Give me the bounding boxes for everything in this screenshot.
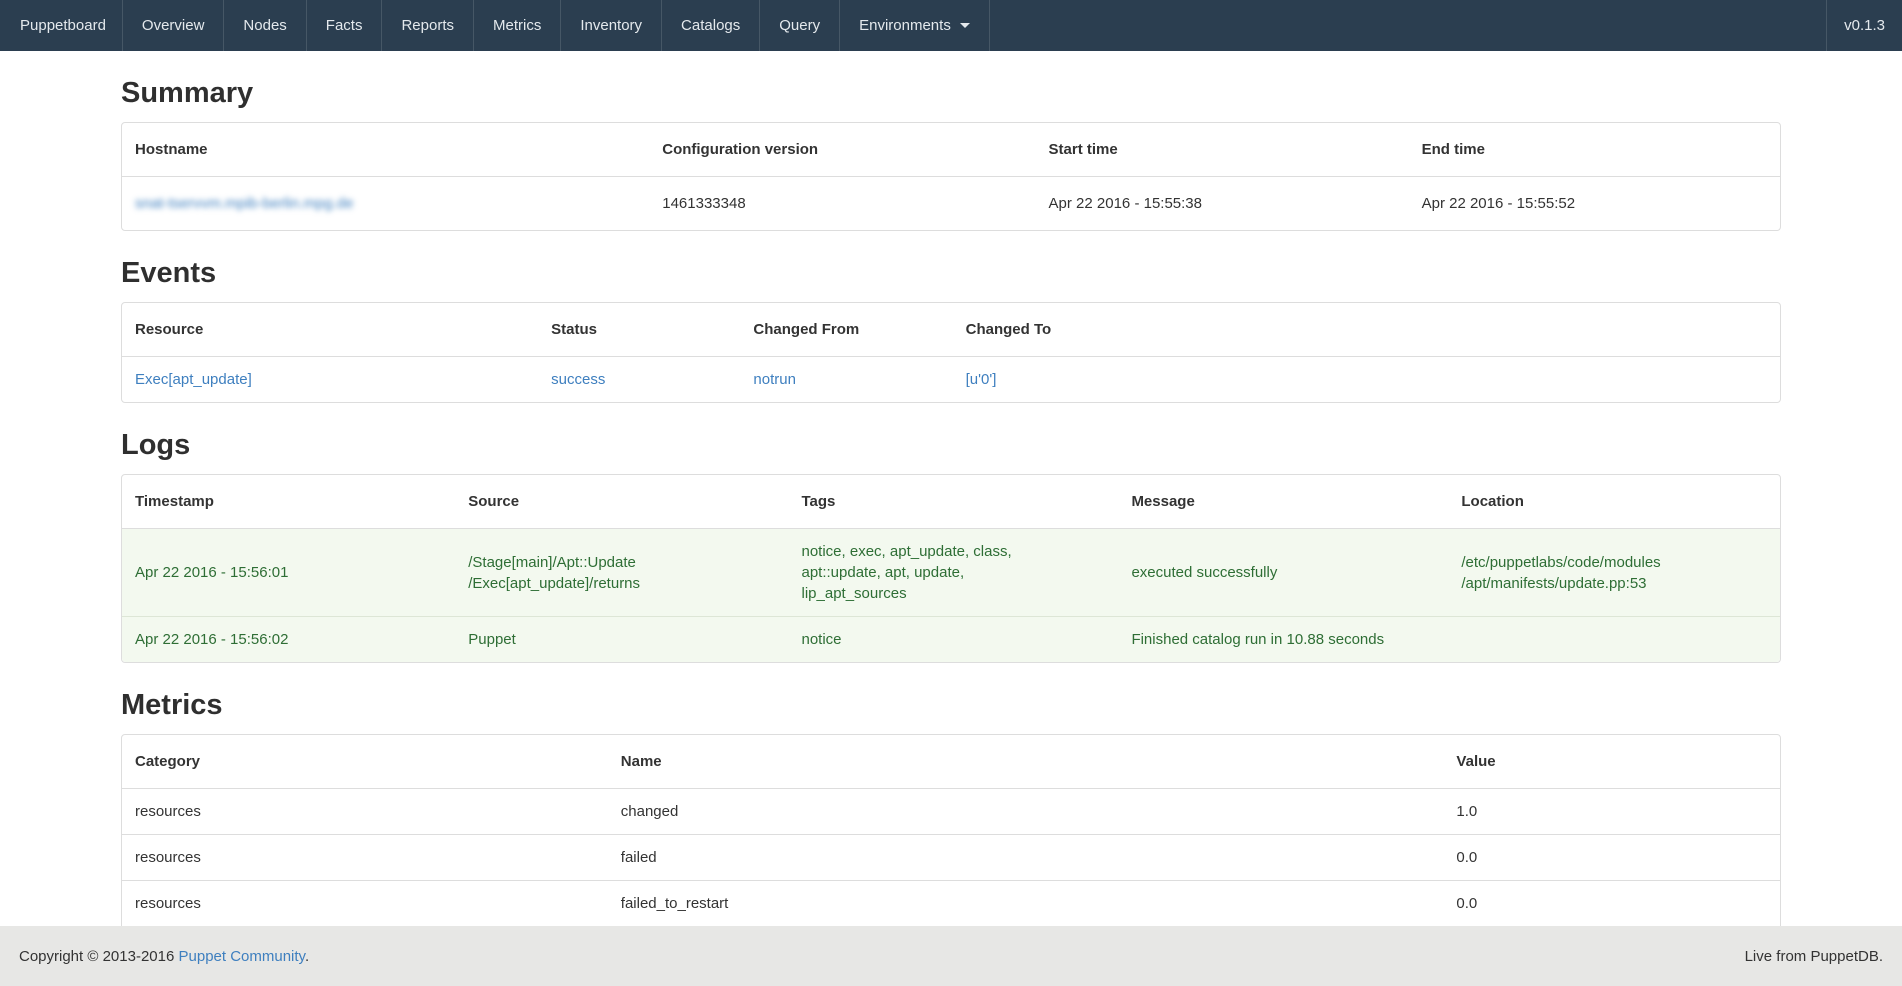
log-timestamp: Apr 22 2016 - 15:56:01 [122, 528, 455, 616]
log-source-line: Puppet [468, 629, 775, 650]
metric-category: resources [122, 788, 608, 834]
logs-table: Timestamp Source Tags Message Location A… [121, 474, 1781, 663]
puppetboard-report-page: Puppetboard Overview Nodes Facts Reports… [0, 0, 1902, 986]
metrics-header-row: Category Name Value [122, 735, 1780, 788]
summary-header-row: Hostname Configuration version Start tim… [122, 123, 1780, 176]
nav-item-nodes[interactable]: Nodes [224, 0, 306, 51]
column-header-changed-to: Changed To [953, 303, 1780, 356]
log-row: Apr 22 2016 - 15:56:01 /Stage[main]/Apt:… [122, 528, 1780, 616]
nav-brand-puppetboard[interactable]: Puppetboard [0, 0, 123, 51]
column-header-changed-from: Changed From [740, 303, 952, 356]
log-location: /etc/puppetlabs/code/modules /apt/manife… [1448, 528, 1780, 616]
nav-item-reports[interactable]: Reports [382, 0, 474, 51]
metric-value: 1.0 [1443, 788, 1780, 834]
metric-category: resources [122, 880, 608, 926]
log-source-line: /Stage[main]/Apt::Update [468, 552, 775, 573]
column-header-source: Source [455, 475, 788, 528]
nav-item-inventory[interactable]: Inventory [561, 0, 662, 51]
column-header-hostname: Hostname [122, 123, 649, 176]
nav-item-metrics[interactable]: Metrics [474, 0, 561, 51]
logs-header-row: Timestamp Source Tags Message Location [122, 475, 1780, 528]
metric-category: resources [122, 834, 608, 880]
event-status-link[interactable]: success [551, 371, 605, 388]
nav-environments-label: Environments [859, 17, 951, 34]
event-changed-from-link[interactable]: notrun [753, 371, 796, 388]
log-source: /Stage[main]/Apt::Update /Exec[apt_updat… [455, 528, 788, 616]
column-header-category: Category [122, 735, 608, 788]
column-header-configuration-version: Configuration version [649, 123, 1035, 176]
start-time-value: Apr 22 2016 - 15:55:38 [1036, 176, 1409, 230]
navbar-spacer [990, 0, 1826, 51]
nav-item-overview[interactable]: Overview [123, 0, 225, 51]
event-resource-link[interactable]: Exec[apt_update] [135, 371, 252, 388]
log-message: executed successfully [1118, 528, 1448, 616]
events-section-title: Events [121, 257, 1781, 289]
summary-section-title: Summary [121, 77, 1781, 109]
summary-table: Hostname Configuration version Start tim… [121, 122, 1781, 231]
events-header-row: Resource Status Changed From Changed To [122, 303, 1780, 356]
metric-name: failed [608, 834, 1444, 880]
column-header-timestamp: Timestamp [122, 475, 455, 528]
log-message: Finished catalog run in 10.88 seconds [1118, 616, 1448, 662]
metric-name: changed [608, 788, 1444, 834]
copyright-text: Copyright © 2013-2016 Puppet Community. [19, 948, 309, 965]
hostname-link[interactable]: snat-tservvm.mpib-berlin.mpg.de [135, 195, 353, 212]
metric-value: 0.0 [1443, 880, 1780, 926]
end-time-value: Apr 22 2016 - 15:55:52 [1409, 176, 1780, 230]
nav-environments-dropdown[interactable]: Environments [840, 0, 990, 51]
nav-item-query[interactable]: Query [760, 0, 840, 51]
puppet-community-link[interactable]: Puppet Community [179, 948, 305, 965]
top-navbar: Puppetboard Overview Nodes Facts Reports… [0, 0, 1902, 51]
log-location [1448, 616, 1780, 662]
column-header-message: Message [1118, 475, 1448, 528]
metric-row: resources failed 0.0 [122, 834, 1780, 880]
column-header-name: Name [608, 735, 1444, 788]
column-header-end-time: End time [1409, 123, 1780, 176]
configuration-version-value: 1461333348 [649, 176, 1035, 230]
puppetdb-status-text: Live from PuppetDB. [1745, 948, 1883, 965]
log-source: Puppet [455, 616, 788, 662]
log-location-line: /apt/manifests/update.pp:53 [1461, 573, 1767, 594]
log-tags: notice [789, 616, 1119, 662]
version-badge: v0.1.3 [1826, 0, 1902, 51]
log-timestamp: Apr 22 2016 - 15:56:02 [122, 616, 455, 662]
nav-item-catalogs[interactable]: Catalogs [662, 0, 760, 51]
copyright-suffix: . [305, 948, 309, 965]
column-header-start-time: Start time [1036, 123, 1409, 176]
log-tags: notice, exec, apt_update, class, apt::up… [789, 528, 1119, 616]
log-source-line: /Exec[apt_update]/returns [468, 573, 775, 594]
event-row: Exec[apt_update] success notrun [u'0'] [122, 356, 1780, 402]
copyright-prefix: Copyright © 2013-2016 [19, 948, 174, 965]
page-footer: Copyright © 2013-2016 Puppet Community. … [0, 926, 1902, 986]
column-header-value: Value [1443, 735, 1780, 788]
chevron-down-icon [960, 23, 970, 28]
summary-row: snat-tservvm.mpib-berlin.mpg.de 14613333… [122, 176, 1780, 230]
logs-section-title: Logs [121, 429, 1781, 461]
metric-row: resources failed_to_restart 0.0 [122, 880, 1780, 926]
column-header-resource: Resource [122, 303, 538, 356]
metric-row: resources changed 1.0 [122, 788, 1780, 834]
column-header-tags: Tags [789, 475, 1119, 528]
log-row: Apr 22 2016 - 15:56:02 Puppet notice Fin… [122, 616, 1780, 662]
metric-value: 0.0 [1443, 834, 1780, 880]
event-changed-to-link[interactable]: [u'0'] [966, 371, 997, 388]
metrics-section-title: Metrics [121, 689, 1781, 721]
report-content: Summary Hostname Configuration version S… [121, 77, 1781, 967]
metric-name: failed_to_restart [608, 880, 1444, 926]
events-table: Resource Status Changed From Changed To … [121, 302, 1781, 403]
nav-item-facts[interactable]: Facts [307, 0, 383, 51]
column-header-status: Status [538, 303, 740, 356]
log-location-line: /etc/puppetlabs/code/modules [1461, 552, 1767, 573]
column-header-location: Location [1448, 475, 1780, 528]
